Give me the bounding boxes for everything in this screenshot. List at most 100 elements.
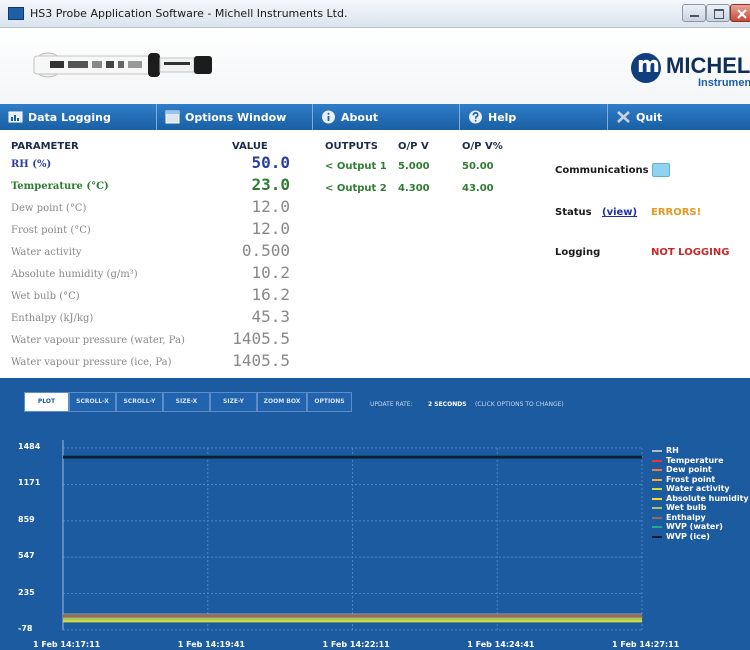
legend-swatch [652, 497, 662, 500]
value-header: VALUE [232, 141, 268, 152]
y-tick-label: 547 [18, 551, 35, 561]
menu-label: Data Logging [28, 111, 111, 124]
x-tick-label: 1 Feb 14:27:11 [612, 640, 680, 649]
errors-badge: ERRORS! [651, 207, 702, 218]
brand-sub: Instruments [698, 77, 750, 89]
status-label: Status [555, 207, 592, 218]
legend-label: RH [666, 446, 679, 455]
x-tick-label: 1 Feb 14:22:11 [322, 640, 390, 649]
menu-options-window[interactable]: Options Window [157, 104, 313, 130]
legend-label: WVP (water) [666, 522, 723, 531]
legend-item: Frost point [652, 475, 750, 485]
legend-label: Wet bulb [666, 503, 707, 512]
close-button[interactable] [730, 4, 750, 22]
param-name-temperature: Temperature (°C) [11, 181, 109, 192]
param-name-water-activity: Water activity [11, 247, 82, 258]
options-window-icon [165, 110, 180, 124]
legend-item: Absolute humidity [652, 494, 750, 504]
window-title: HS3 Probe Application Software - Michell… [30, 7, 348, 20]
output-1-percent: 50.00 [462, 161, 494, 172]
output-2-voltage: 4.300 [398, 183, 430, 194]
param-value-rh: 50.0 [251, 153, 290, 172]
param-name-wet-bulb: Wet bulb (°C) [11, 291, 80, 302]
chart-panel: PLOT SCROLL-X SCROLL-Y SIZE-X SIZE-Y ZOO… [0, 378, 750, 650]
param-value-wet-bulb: 16.2 [251, 285, 290, 304]
legend-swatch [652, 535, 662, 538]
legend-item: Dew point [652, 465, 750, 475]
data-logging-icon [8, 111, 23, 123]
menu-data-logging[interactable]: Data Logging [0, 104, 157, 130]
param-value-dew-point: 12.0 [251, 197, 290, 216]
param-value-water-activity: 0.500 [241, 241, 290, 260]
legend-label: Water activity [666, 484, 730, 493]
title-bar: HS3 Probe Application Software - Michell… [0, 0, 750, 28]
readings-panel: PARAMETER VALUE OUTPUTS O/P V O/P V% RH … [0, 130, 750, 378]
y-tick-label: 1484 [18, 442, 41, 451]
param-name-frost-point: Frost point (°C) [11, 225, 91, 236]
y-tick-label: 235 [18, 587, 35, 597]
menu-label: Quit [636, 111, 663, 124]
legend-label: Dew point [666, 465, 712, 474]
opv-percent-header: O/P V% [462, 141, 503, 152]
legend-item: Temperature [652, 456, 750, 466]
legend-swatch [652, 526, 662, 528]
app-icon [8, 7, 24, 20]
param-value-temperature: 23.0 [251, 175, 290, 194]
legend-item: WVP (ice) [652, 532, 750, 542]
menu-label: About [341, 111, 379, 124]
legend-item: Enthalpy [652, 513, 750, 523]
output-1-link[interactable]: < Output 1 [325, 161, 387, 172]
menu-label: Options Window [185, 111, 287, 124]
y-tick-label: -78 [18, 624, 33, 633]
quit-icon [617, 111, 630, 123]
plot-area[interactable] [0, 378, 750, 650]
info-icon [322, 110, 335, 124]
menu-quit[interactable]: Quit [608, 104, 750, 130]
legend-item: RH [652, 446, 750, 456]
opv-header: O/P V [398, 141, 429, 152]
param-name-absolute-humidity: Absolute humidity (g/m³) [11, 269, 138, 280]
legend-label: Absolute humidity [666, 493, 749, 503]
status-view-link[interactable]: (view) [602, 207, 637, 218]
legend-label: Temperature [666, 455, 724, 465]
legend-swatch [652, 507, 662, 509]
header-banner: MICHELL Instruments [0, 28, 750, 104]
michell-logo-icon [631, 53, 661, 83]
param-name-enthalpy: Enthalpy (kJ/kg) [11, 313, 94, 324]
param-value-absolute-humidity: 10.2 [251, 263, 290, 282]
menu-about[interactable]: About [313, 104, 460, 130]
param-name-dew-point: Dew point (°C) [11, 203, 87, 214]
param-name-wvp-ice: Water vapour pressure (ice, Pa) [11, 357, 172, 368]
menu-label: Help [488, 111, 517, 124]
param-value-frost-point: 12.0 [251, 219, 290, 238]
minimize-button[interactable] [682, 4, 706, 22]
legend-swatch [652, 478, 662, 481]
legend-swatch [652, 469, 662, 471]
y-tick-label: 859 [18, 514, 35, 524]
communications-label: Communications [555, 165, 649, 176]
communications-indicator [652, 163, 670, 177]
param-value-wvp-ice: 1405.5 [232, 351, 290, 370]
param-name-wvp-water: Water vapour pressure (water, Pa) [11, 335, 185, 346]
legend-label: WVP (ice) [666, 531, 710, 541]
menu-bar: Data Logging Options Window About Help Q… [0, 104, 750, 130]
maximize-button[interactable] [706, 4, 730, 22]
param-value-enthalpy: 45.3 [251, 307, 290, 326]
menu-help[interactable]: Help [460, 104, 608, 130]
help-icon [469, 110, 482, 124]
legend-label: Enthalpy [666, 512, 706, 522]
legend-swatch [652, 459, 662, 462]
x-tick-label: 1 Feb 14:19:41 [177, 640, 245, 649]
output-2-percent: 43.00 [462, 183, 494, 194]
param-name-rh: RH (%) [11, 159, 52, 170]
outputs-header: OUTPUTS [325, 141, 378, 152]
legend-item: Wet bulb [652, 503, 750, 513]
legend-item: Water activity [652, 484, 750, 494]
output-2-link[interactable]: < Output 2 [325, 183, 387, 194]
legend-swatch [652, 488, 662, 490]
probe-image [33, 52, 212, 78]
param-value-wvp-water: 1405.5 [232, 329, 290, 348]
x-tick-label: 1 Feb 14:17:11 [33, 640, 101, 649]
brand-name: MICHELL [666, 53, 750, 78]
logging-label: Logging [555, 247, 601, 258]
